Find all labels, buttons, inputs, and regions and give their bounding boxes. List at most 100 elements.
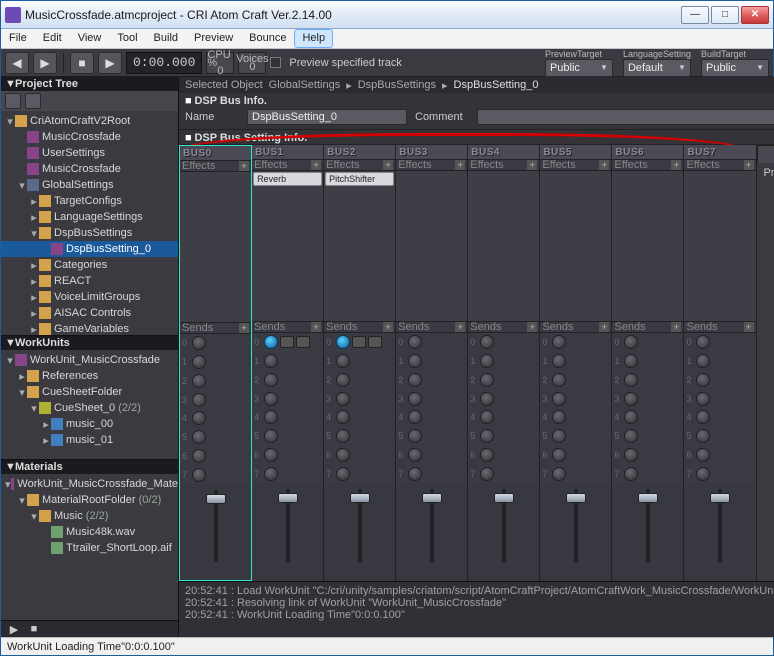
tree-tool-button[interactable] bbox=[25, 93, 41, 109]
build-target-combo[interactable]: Public▼ bbox=[701, 59, 769, 77]
add-send-icon[interactable]: + bbox=[671, 322, 681, 332]
property-tab[interactable] bbox=[757, 145, 774, 163]
bus-column[interactable]: BUS0Effects+Sends+01234567 bbox=[179, 145, 252, 581]
fader-handle[interactable] bbox=[638, 493, 658, 503]
tree-globalsettings[interactable]: ▾GlobalSettings bbox=[1, 177, 178, 193]
send-knob[interactable] bbox=[192, 355, 206, 369]
fader[interactable] bbox=[646, 489, 650, 563]
refresh-icon[interactable] bbox=[5, 93, 21, 109]
add-send-icon[interactable]: + bbox=[311, 322, 321, 332]
menu-view[interactable]: View bbox=[70, 29, 110, 48]
add-send-icon[interactable]: + bbox=[527, 322, 537, 332]
add-send-icon[interactable]: + bbox=[383, 322, 393, 332]
send-solo-button[interactable] bbox=[368, 336, 382, 348]
send-knob[interactable] bbox=[408, 354, 422, 368]
fader-handle[interactable] bbox=[494, 493, 514, 503]
bus-header[interactable]: BUS7 bbox=[684, 145, 755, 159]
send-mute-button[interactable] bbox=[352, 336, 366, 348]
send-knob[interactable] bbox=[552, 335, 566, 349]
send-knob[interactable] bbox=[192, 393, 206, 407]
tree-wav-item[interactable]: Ttrailer_ShortLoop.aif bbox=[1, 540, 178, 556]
send-knob[interactable] bbox=[480, 335, 494, 349]
send-knob[interactable] bbox=[624, 373, 638, 387]
tree-item[interactable]: ▸AISAC Controls bbox=[1, 305, 178, 321]
menu-help[interactable]: Help bbox=[294, 29, 333, 48]
effects-zone[interactable]: PitchShifter bbox=[324, 171, 395, 321]
effects-zone[interactable] bbox=[468, 171, 539, 321]
send-mute-button[interactable] bbox=[280, 336, 294, 348]
send-knob[interactable] bbox=[552, 373, 566, 387]
tree-cue-item[interactable]: ▸music_01 bbox=[1, 432, 178, 448]
effects-zone[interactable] bbox=[684, 171, 755, 321]
fader[interactable] bbox=[718, 489, 722, 563]
add-effect-icon[interactable]: + bbox=[599, 160, 609, 170]
bus-column[interactable]: BUS5Effects+Sends+01234567 bbox=[540, 145, 612, 581]
menu-build[interactable]: Build bbox=[146, 29, 186, 48]
menu-file[interactable]: File bbox=[1, 29, 35, 48]
tree-dspbussetting0[interactable]: DspBusSetting_0 bbox=[1, 241, 178, 257]
send-knob[interactable] bbox=[480, 429, 494, 443]
send-knob[interactable] bbox=[192, 374, 206, 388]
send-knob[interactable] bbox=[696, 410, 710, 424]
fader-handle[interactable] bbox=[206, 494, 226, 504]
send-knob[interactable] bbox=[624, 335, 638, 349]
add-effect-icon[interactable]: + bbox=[455, 160, 465, 170]
send-knob[interactable] bbox=[336, 335, 350, 349]
send-knob[interactable] bbox=[336, 354, 350, 368]
effect-pitchshifter[interactable]: PitchShifter bbox=[325, 172, 394, 186]
send-knob[interactable] bbox=[408, 335, 422, 349]
close-button[interactable]: ✕ bbox=[741, 6, 769, 24]
workunits-tree[interactable]: ▾WorkUnit_MusicCrossfade ▸References ▾Cu… bbox=[1, 350, 178, 459]
tree-cue-item[interactable]: ▸music_00 bbox=[1, 416, 178, 432]
name-field[interactable]: DspBusSetting_0 bbox=[247, 109, 407, 125]
fader-handle[interactable] bbox=[710, 493, 730, 503]
send-solo-button[interactable] bbox=[296, 336, 310, 348]
materials-tree[interactable]: ▾WorkUnit_MusicCrossfade_Mate ▾MaterialR… bbox=[1, 474, 178, 620]
bus-column[interactable]: BUS1Effects+ReverbSends+01234567 bbox=[252, 145, 324, 581]
send-knob[interactable] bbox=[480, 354, 494, 368]
add-effect-icon[interactable]: + bbox=[744, 160, 754, 170]
send-knob[interactable] bbox=[480, 448, 494, 462]
send-knob[interactable] bbox=[336, 467, 350, 481]
send-knob[interactable] bbox=[264, 335, 278, 349]
tree-item[interactable]: ▸REACT bbox=[1, 273, 178, 289]
send-knob[interactable] bbox=[264, 392, 278, 406]
add-send-icon[interactable]: + bbox=[599, 322, 609, 332]
bus-header[interactable]: BUS5 bbox=[540, 145, 611, 159]
send-knob[interactable] bbox=[624, 448, 638, 462]
add-effect-icon[interactable]: + bbox=[239, 161, 249, 171]
back-button[interactable]: ◀ bbox=[5, 52, 29, 74]
send-knob[interactable] bbox=[264, 354, 278, 368]
send-knob[interactable] bbox=[552, 467, 566, 481]
send-knob[interactable] bbox=[264, 373, 278, 387]
bus-column[interactable]: BUS2Effects+PitchShifterSends+01234567 bbox=[324, 145, 396, 581]
send-knob[interactable] bbox=[408, 392, 422, 406]
menu-edit[interactable]: Edit bbox=[35, 29, 70, 48]
stop-button[interactable]: ■ bbox=[70, 52, 94, 74]
tree-item[interactable]: ▾MaterialRootFolder (0/2) bbox=[1, 492, 178, 508]
send-knob[interactable] bbox=[624, 467, 638, 481]
maximize-button[interactable]: □ bbox=[711, 6, 739, 24]
send-knob[interactable] bbox=[192, 468, 206, 482]
effect-reverb[interactable]: Reverb bbox=[253, 172, 322, 186]
send-knob[interactable] bbox=[624, 392, 638, 406]
send-knob[interactable] bbox=[408, 429, 422, 443]
tree-dspbussettings[interactable]: ▾DspBusSettings bbox=[1, 225, 178, 241]
tree-item[interactable]: MusicCrossfade bbox=[1, 129, 178, 145]
tree-item[interactable]: ▸LanguageSettings bbox=[1, 209, 178, 225]
bus-header[interactable]: BUS6 bbox=[612, 145, 683, 159]
effects-zone[interactable] bbox=[540, 171, 611, 321]
fader[interactable] bbox=[502, 489, 506, 563]
bus-header[interactable]: BUS4 bbox=[468, 145, 539, 159]
send-knob[interactable] bbox=[696, 429, 710, 443]
tree-item[interactable]: MusicCrossfade bbox=[1, 161, 178, 177]
bus-column[interactable]: BUS7Effects+Sends+01234567 bbox=[684, 145, 756, 581]
send-knob[interactable] bbox=[552, 392, 566, 406]
bus-header[interactable]: BUS3 bbox=[396, 145, 467, 159]
language-setting-combo[interactable]: Default▼ bbox=[623, 59, 691, 77]
send-knob[interactable] bbox=[624, 410, 638, 424]
forward-button[interactable]: ▶ bbox=[33, 52, 57, 74]
tree-workunit-root[interactable]: ▾WorkUnit_MusicCrossfade bbox=[1, 352, 178, 368]
send-knob[interactable] bbox=[408, 448, 422, 462]
tree-item[interactable]: ▸VoiceLimitGroups bbox=[1, 289, 178, 305]
